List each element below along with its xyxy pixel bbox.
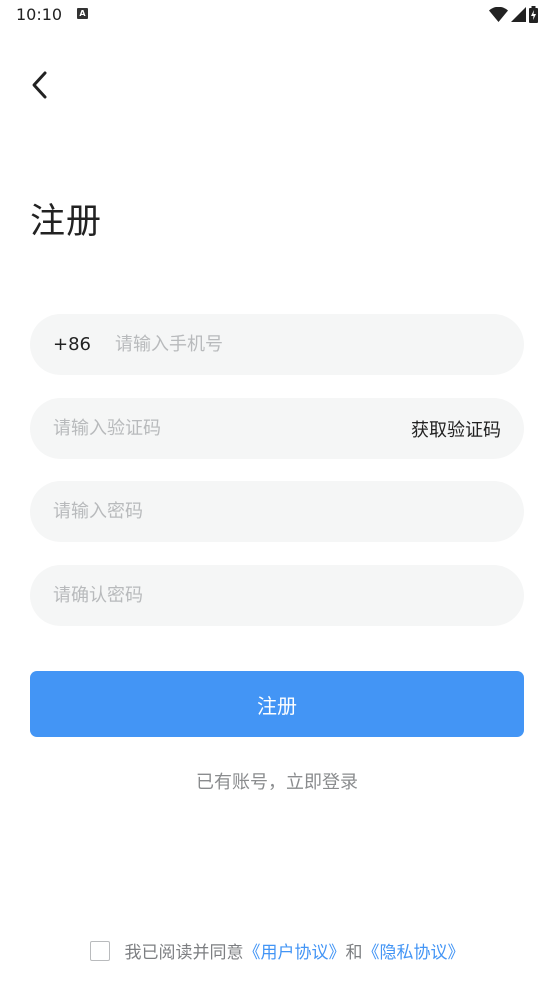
back-button[interactable] bbox=[22, 66, 56, 104]
chevron-left-icon bbox=[32, 71, 47, 99]
wifi-icon bbox=[489, 6, 508, 22]
status-bar: 10:10 A bbox=[0, 0, 554, 30]
status-icons bbox=[489, 5, 538, 23]
confirm-password-field bbox=[30, 565, 524, 626]
user-agreement-link[interactable]: 《用户协议》 bbox=[244, 938, 346, 963]
notification-icon: A bbox=[77, 8, 88, 19]
password-input[interactable] bbox=[53, 501, 501, 522]
confirm-password-input[interactable] bbox=[53, 585, 501, 606]
phone-field: +86 bbox=[30, 314, 524, 375]
agreement-row: 我已阅读并同意 《用户协议》 和 《隐私协议》 bbox=[0, 938, 554, 963]
status-time: 10:10 bbox=[16, 5, 63, 24]
login-link[interactable]: 已有账号，立即登录 bbox=[0, 768, 554, 794]
agreement-prefix: 我已阅读并同意 bbox=[124, 943, 244, 963]
country-code[interactable]: +86 bbox=[53, 334, 91, 355]
privacy-policy-link[interactable]: 《隐私协议》 bbox=[363, 938, 465, 963]
phone-input[interactable] bbox=[115, 334, 501, 355]
battery-charging-icon bbox=[529, 5, 538, 23]
verification-code-field: 获取验证码 bbox=[30, 398, 524, 459]
password-field bbox=[30, 481, 524, 542]
get-code-button[interactable]: 获取验证码 bbox=[411, 416, 501, 442]
verification-code-input[interactable] bbox=[53, 418, 411, 439]
register-button[interactable]: 注册 bbox=[30, 671, 524, 737]
cellular-signal-icon bbox=[511, 6, 526, 22]
page-title: 注册 bbox=[30, 202, 103, 242]
agreement-checkbox[interactable] bbox=[89, 940, 110, 961]
agreement-conjunction: 和 bbox=[345, 943, 363, 963]
register-screen: 10:10 A 注册 +86 获取验证码 bbox=[0, 0, 554, 984]
